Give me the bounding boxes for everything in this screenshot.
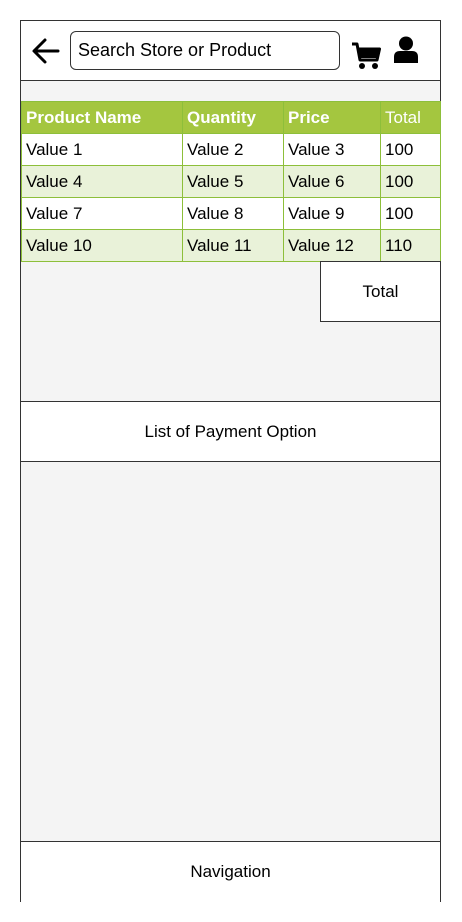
table-cell: 110	[380, 229, 441, 262]
search-input[interactable]	[70, 31, 340, 70]
navigation-label: Navigation	[190, 862, 271, 881]
header-bar	[21, 21, 440, 81]
table-row: Value 1 Value 2 Value 3 100	[21, 133, 441, 166]
table-cell: Value 12	[283, 229, 381, 262]
table-cell: Value 10	[21, 229, 183, 262]
column-header-quantity: Quantity	[182, 101, 284, 134]
user-icon[interactable]	[393, 36, 419, 64]
table-cell: Value 1	[21, 133, 183, 166]
table-row: Value 7 Value 8 Value 9 100	[21, 197, 441, 230]
table-cell: Value 3	[283, 133, 381, 166]
table-cell: 100	[380, 133, 441, 166]
table-cell: Value 11	[182, 229, 284, 262]
app-frame: Product Name Quantity Price Total Value …	[20, 20, 441, 902]
payment-options-label: List of Payment Option	[144, 421, 317, 441]
table-row: Value 4 Value 5 Value 6 100	[21, 165, 441, 198]
table-cell: Value 9	[283, 197, 381, 230]
order-table: Product Name Quantity Price Total Value …	[21, 101, 441, 262]
table-cell: Value 7	[21, 197, 183, 230]
payment-options-list[interactable]: List of Payment Option	[21, 401, 440, 462]
table-cell: Value 5	[182, 165, 284, 198]
table-row: Value 10 Value 11 Value 12 110	[21, 229, 441, 262]
column-header-total: Total	[380, 101, 441, 134]
table-cell: Value 8	[182, 197, 284, 230]
total-summary-box: Total	[320, 261, 441, 322]
column-header-price: Price	[283, 101, 381, 134]
column-header-product-name: Product Name	[21, 101, 183, 134]
table-cell: Value 6	[283, 165, 381, 198]
table-cell: 100	[380, 165, 441, 198]
table-header-row: Product Name Quantity Price Total	[21, 101, 441, 134]
total-label: Total	[362, 281, 399, 301]
table-cell: Value 2	[182, 133, 284, 166]
table-cell: 100	[380, 197, 441, 230]
cart-icon[interactable]	[351, 41, 381, 71]
navigation-bar[interactable]: Navigation	[21, 841, 440, 902]
back-arrow-icon[interactable]	[30, 35, 62, 67]
table-cell: Value 4	[21, 165, 183, 198]
